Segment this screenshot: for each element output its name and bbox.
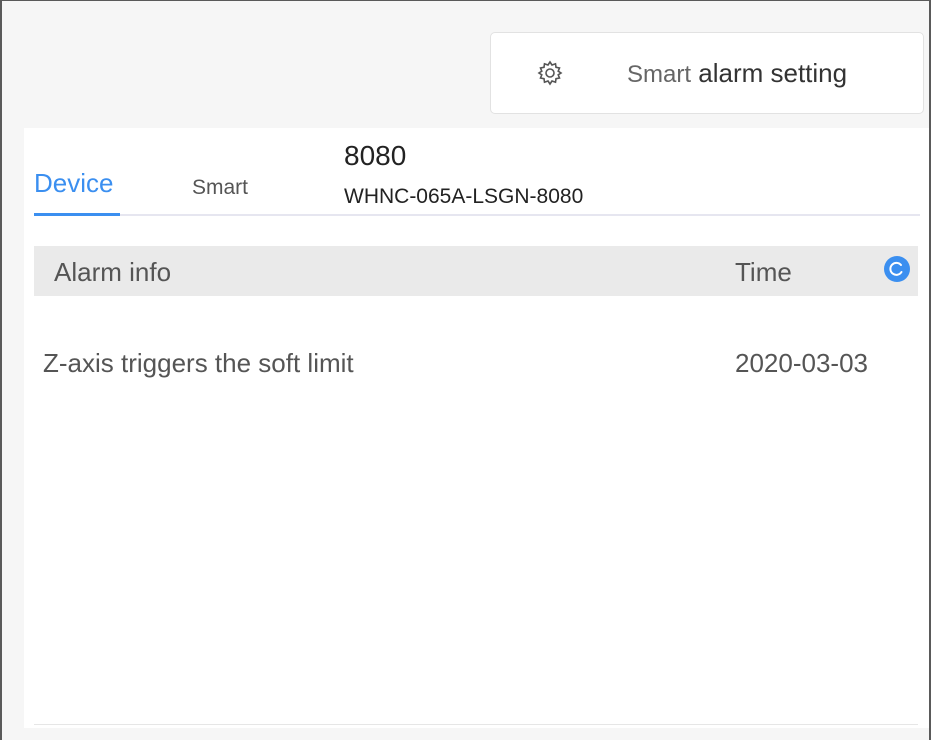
tab-device[interactable]: Device (34, 168, 113, 199)
active-tab-indicator (34, 213, 120, 216)
setting-prefix: Smart (627, 61, 692, 88)
column-header-time: Time (735, 257, 792, 287)
table-row-time: 2020-03-03 (735, 348, 868, 378)
gear-icon (537, 60, 563, 86)
setting-text: alarm setting (698, 58, 848, 88)
refresh-button[interactable] (884, 256, 910, 282)
refresh-icon (889, 261, 903, 276)
smart-alarm-setting-label: Smart alarm setting (627, 58, 847, 89)
tabs-divider (34, 214, 920, 216)
table-row-alarm-info: Z-axis triggers the soft limit (43, 348, 354, 378)
device-subtitle: WHNC-065A-LSGN-8080 (344, 185, 584, 208)
alarm-panel (24, 128, 929, 728)
device-title: 8080 (344, 140, 407, 171)
column-header-alarm-info: Alarm info (54, 257, 172, 287)
tab-smart[interactable]: Smart (192, 176, 248, 200)
panel-bottom-divider (34, 724, 918, 725)
